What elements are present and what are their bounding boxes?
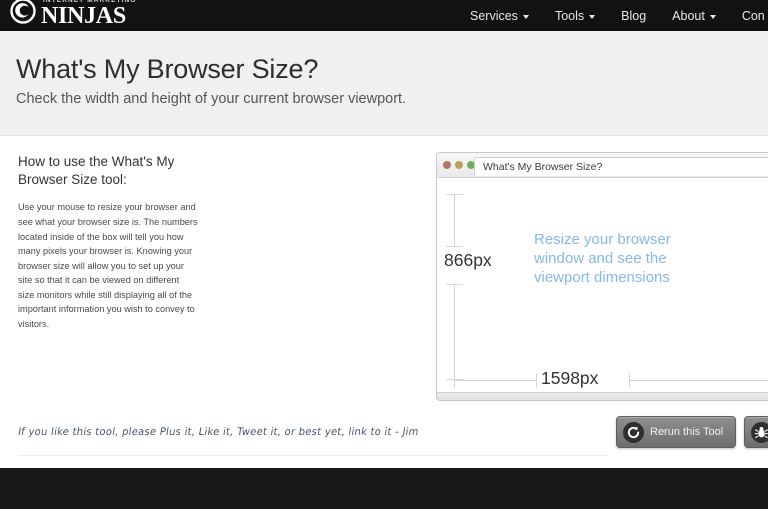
chevron-down-icon: [709, 14, 716, 19]
logo-name: NINJAS: [41, 2, 126, 29]
site-logo[interactable]: INTERNET MARKETING NINJAS: [8, 0, 136, 29]
nav-label: Tools: [554, 8, 585, 23]
viewport-height-label: 866px: [444, 250, 492, 270]
nav-item-tools[interactable]: Tools: [554, 8, 596, 23]
height-line-upper: [454, 194, 455, 246]
main-nav: Services Tools Blog About Con: [470, 0, 765, 31]
bug-icon: [751, 421, 768, 443]
tool-actions: Rerun this Tool: [616, 416, 768, 448]
window-controls: [443, 161, 475, 169]
report-bug-button[interactable]: Repo: [744, 416, 768, 448]
width-line-right: [629, 380, 768, 381]
viewport-width-label: 1598px: [541, 368, 599, 388]
nav-item-services[interactable]: Services: [470, 9, 529, 23]
site-header: INTERNET MARKETING NINJAS Services Tools…: [0, 0, 768, 31]
spiral-swirl-icon: [8, 0, 38, 26]
refresh-icon: [623, 421, 644, 443]
logo-wordmark: INTERNET MARKETING NINJAS: [41, 0, 136, 29]
nav-label: Con: [741, 8, 765, 23]
nav-item-about[interactable]: About: [672, 9, 716, 23]
mockup-viewport: 866px Resize your browser window and see…: [437, 178, 768, 400]
browser-tab[interactable]: What's My Browser Size?: [474, 157, 768, 176]
nav-item-contact[interactable]: Con: [742, 9, 765, 23]
chevron-down-icon: [589, 14, 596, 19]
width-line-left: [454, 380, 536, 381]
main-content: How to use the What's My Browser Size to…: [0, 137, 768, 467]
mockup-titlebar: What's My Browser Size?: [437, 153, 768, 178]
page-root: INTERNET MARKETING NINJAS Services Tools…: [0, 0, 768, 509]
nav-label: Services: [470, 8, 518, 23]
viewport-message: Resize your browser window and see the v…: [534, 231, 671, 287]
height-line-lower: [454, 284, 455, 379]
nav-label: Blog: [621, 8, 647, 23]
rerun-tool-button[interactable]: Rerun this Tool: [616, 416, 737, 448]
howto-panel: How to use the What's My Browser Size to…: [18, 153, 198, 331]
height-tick-upper: [446, 246, 463, 247]
chevron-down-icon: [522, 14, 529, 19]
width-tick-left: [536, 373, 537, 388]
minimize-window-icon[interactable]: [455, 161, 463, 169]
page-title: What's My Browser Size?: [16, 54, 319, 84]
nav-item-blog[interactable]: Blog: [621, 9, 646, 23]
content-divider: [18, 455, 608, 456]
nav-label: About: [672, 8, 705, 23]
close-window-icon[interactable]: [443, 161, 451, 169]
page-subtitle: Check the width and height of your curre…: [16, 91, 407, 107]
browser-mockup: What's My Browser Size? 866px Resize you…: [436, 152, 768, 401]
mockup-statusbar: [437, 392, 768, 400]
share-note: If you like this tool, please Plus it, L…: [17, 426, 420, 439]
howto-body: Use your mouse to resize your browser an…: [18, 202, 198, 329]
site-footer: [0, 468, 768, 509]
hero-band: What's My Browser Size? Check the width …: [0, 31, 768, 136]
howto-heading: How to use the What's My Browser Size to…: [18, 154, 175, 188]
rerun-tool-label: Rerun this Tool: [650, 426, 724, 438]
